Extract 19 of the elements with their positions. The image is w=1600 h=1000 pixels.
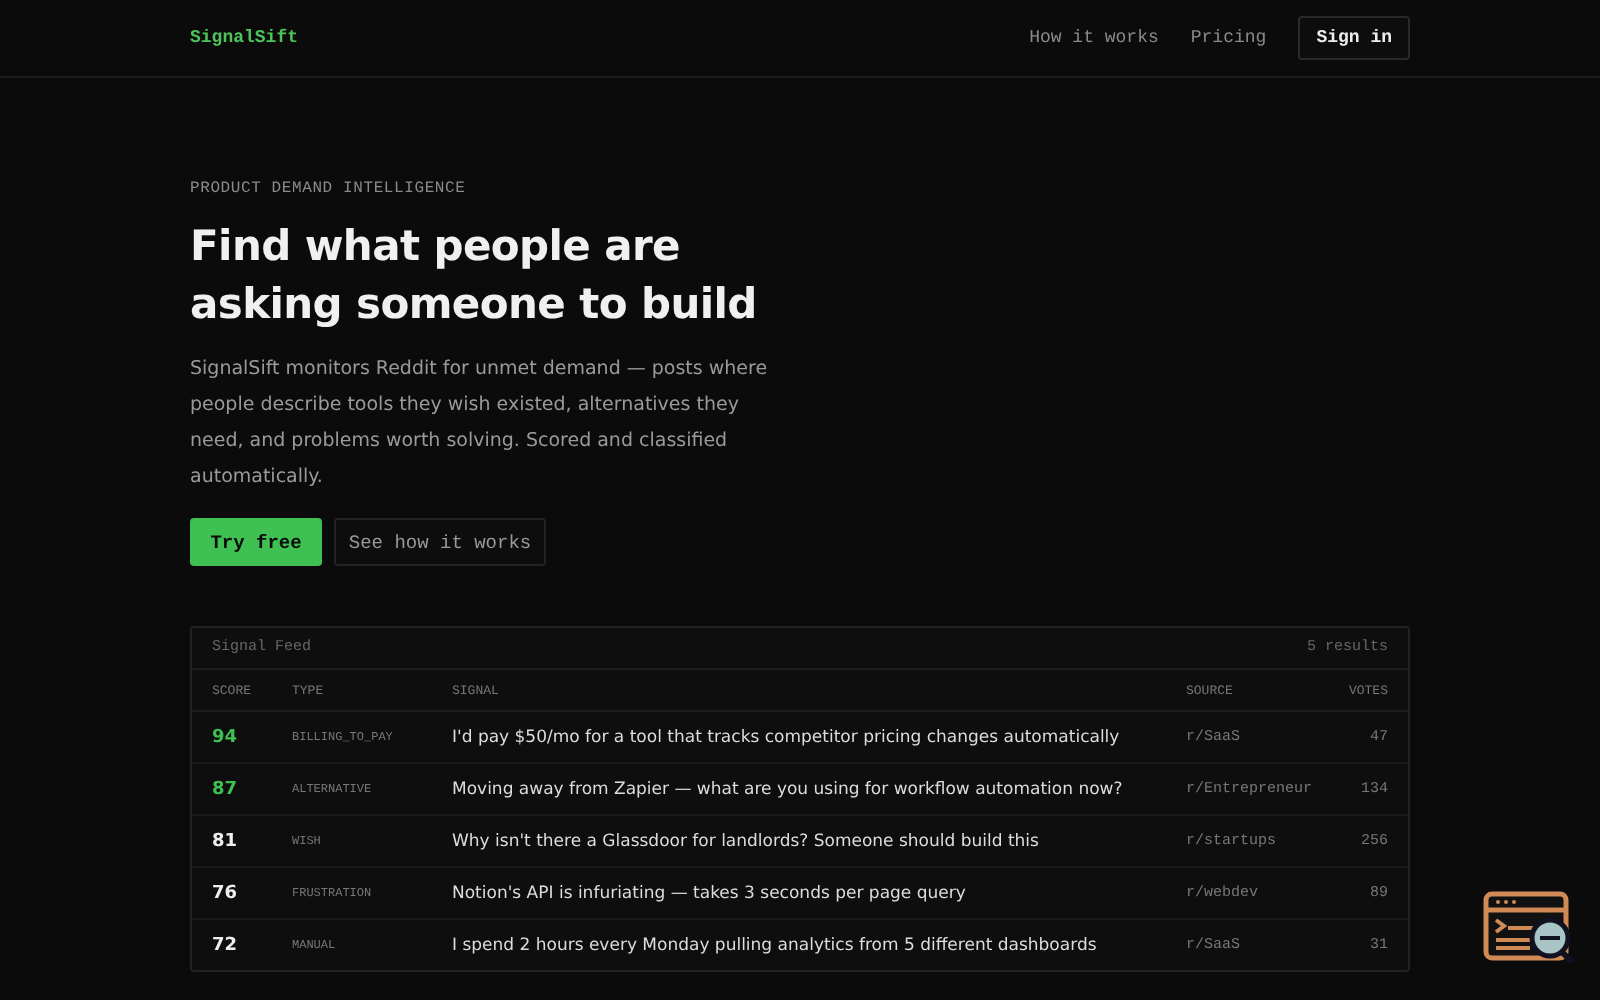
signal-cell-text: Moving away from Zapier — what are you using for workflow automation now?	[452, 779, 1125, 799]
hero-title: Find what people are asking someone to build	[190, 220, 759, 332]
sign-in-button[interactable]: Sign in	[1298, 16, 1410, 60]
hero-description: SignalSift monitors Reddit for unmet demand — posts where people describe tools they wish existed, alternatives they need, and problems worth solving. Scored and classified automatically.	[190, 356, 770, 492]
score-cell-text: 94	[212, 727, 240, 747]
score-cell-text: 87	[212, 779, 240, 799]
score-cell-text: 72	[212, 935, 240, 955]
nav-link[interactable]: Pricing	[1190, 28, 1267, 48]
try-free-button[interactable]: Try free	[190, 518, 322, 566]
score-cell-text: 76	[212, 883, 240, 903]
signal-cell-text: I'd pay $50/mo for a tool that tracks competitor pricing changes automatically	[452, 727, 1122, 747]
nav-link[interactable]: How it works	[1029, 28, 1159, 48]
signal-cell-text: Notion's API is infuriating — takes 3 seconds per page query	[452, 883, 968, 903]
eyebrow-label: PRODUCT DEMAND INTELLIGENCE	[190, 180, 468, 198]
how-it-works-button[interactable]: See how it works	[334, 518, 546, 566]
score-cell-text: 81	[212, 831, 240, 851]
signal-cell-text: Why isn't there a Glassdoor for landlords? Someone should build this	[452, 831, 1041, 851]
brand-logo[interactable]: SignalSift	[190, 28, 299, 48]
signal-cell-text: I spend 2 hours every Monday pulling analytics from 5 different dashboards	[452, 935, 1099, 955]
